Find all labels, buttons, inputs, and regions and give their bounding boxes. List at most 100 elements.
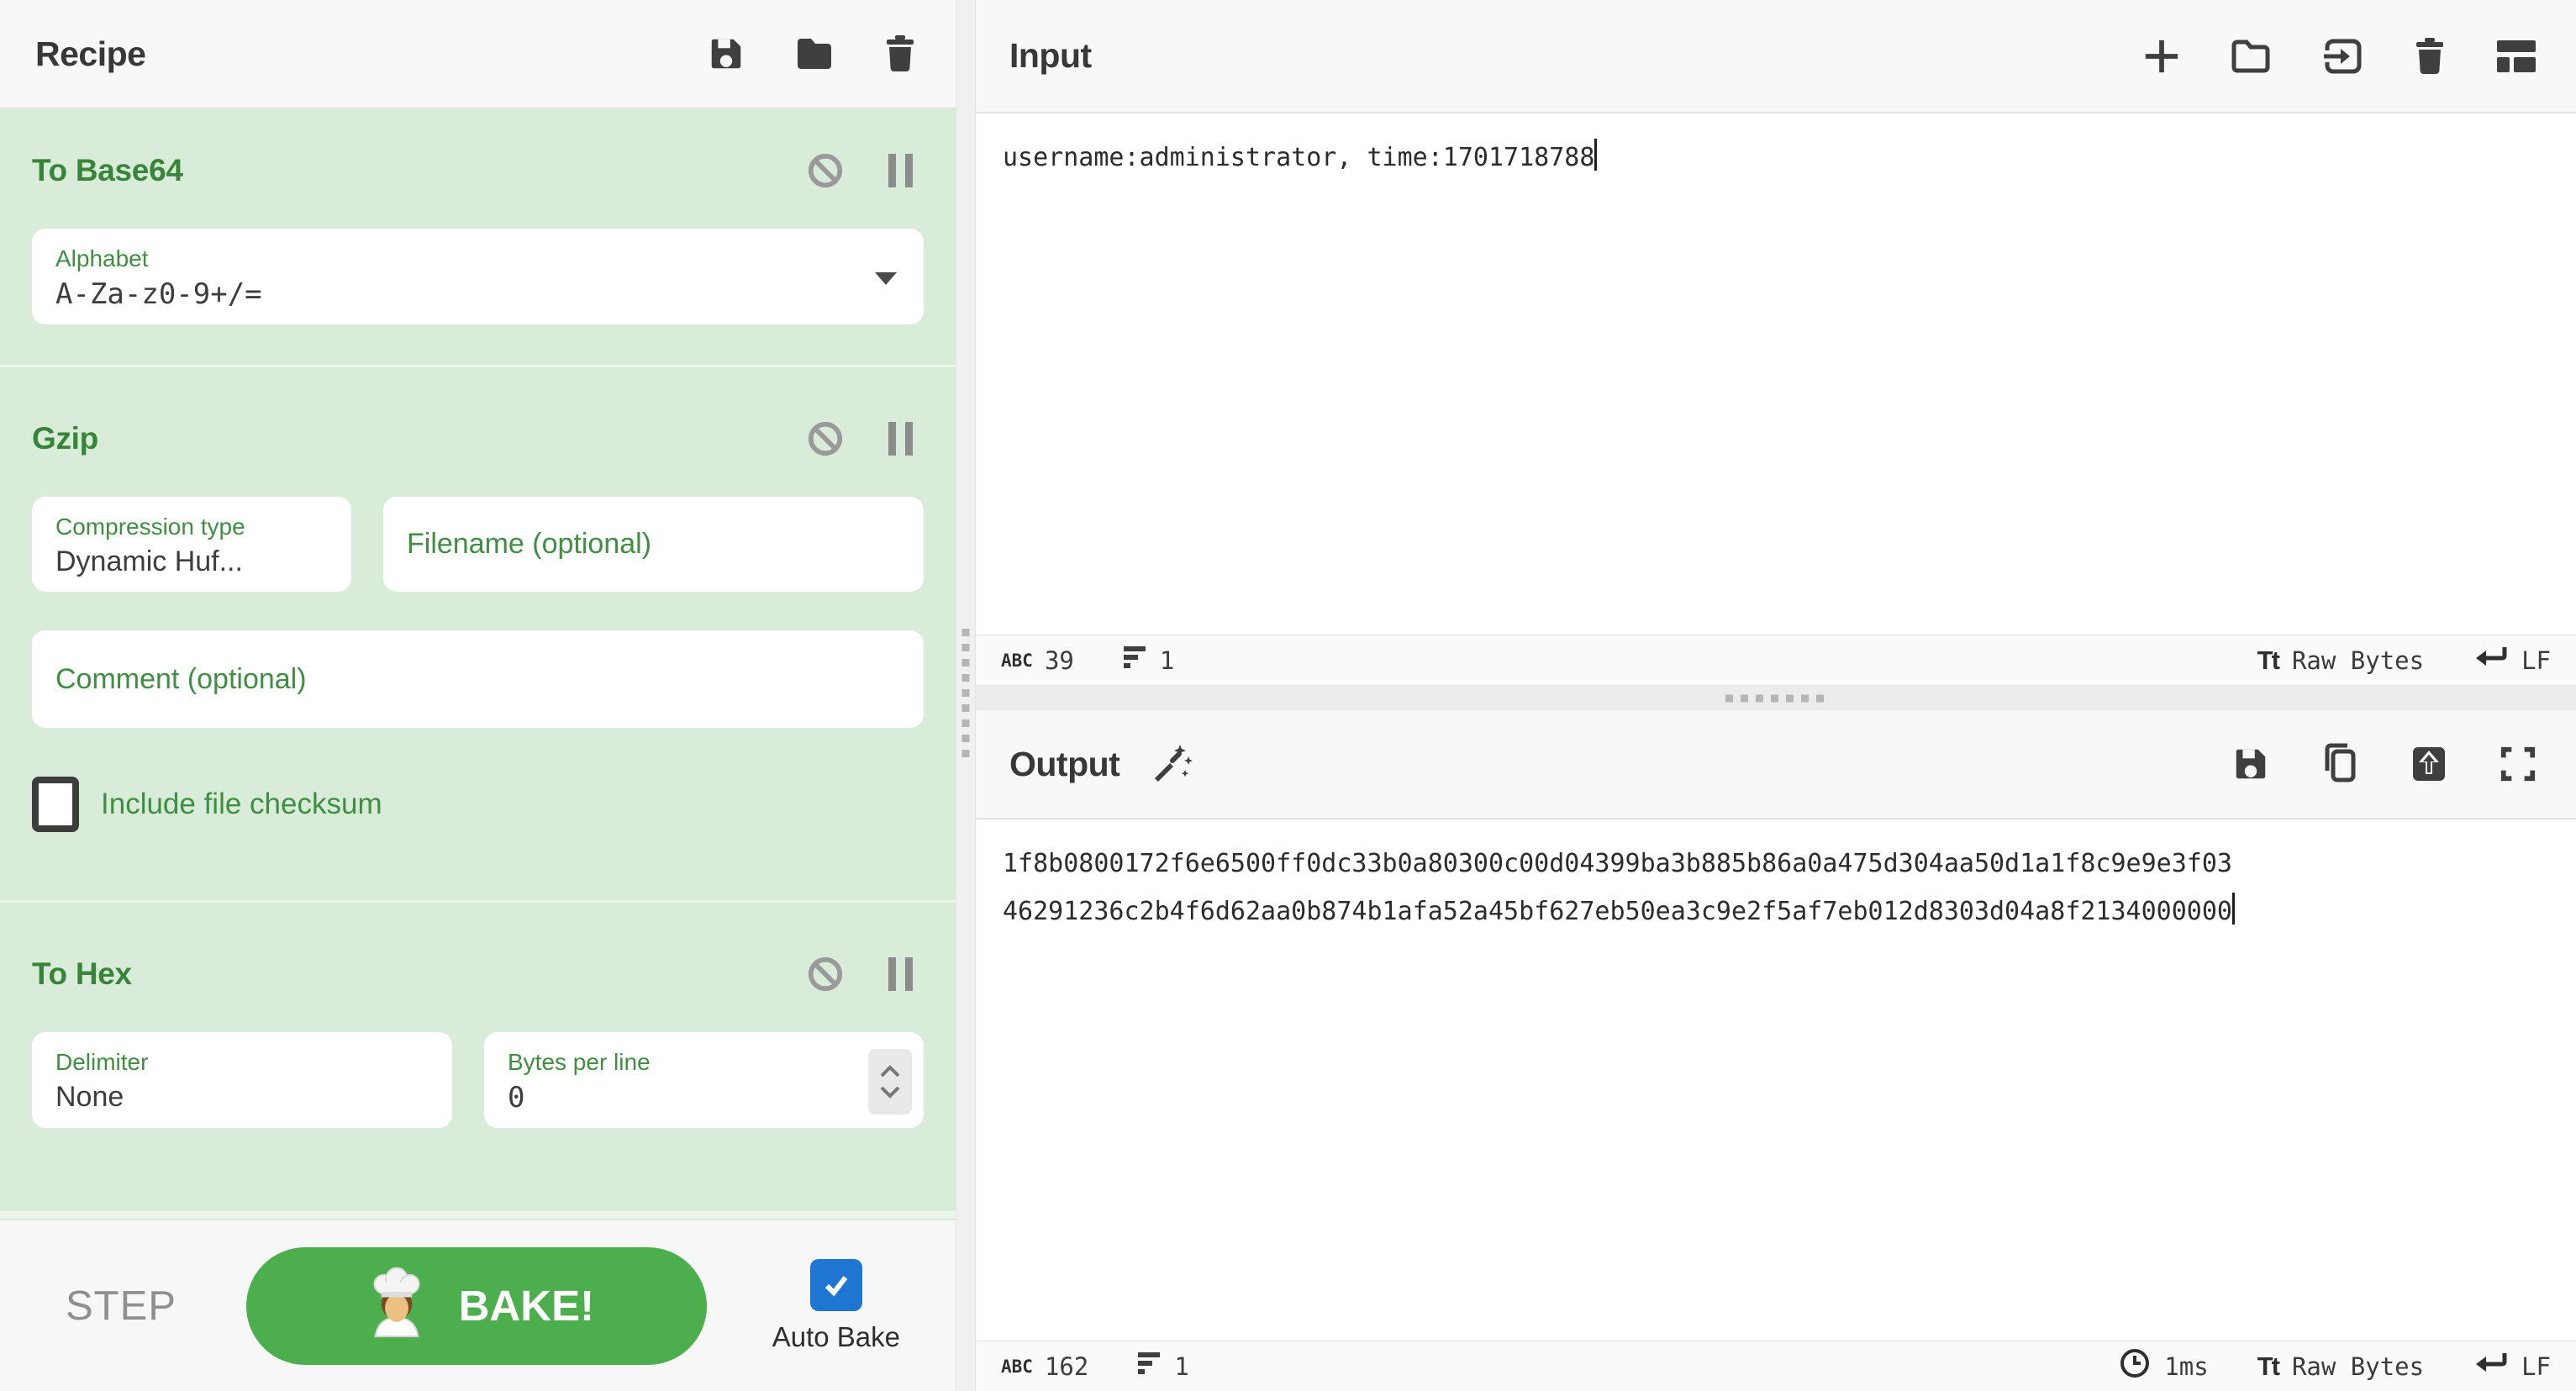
save-output-button[interactable]	[2231, 745, 2270, 783]
delimiter-label: Delimiter	[55, 1049, 149, 1075]
recipe-header: Recipe	[0, 0, 956, 109]
input-char-count: 39	[1044, 645, 1074, 675]
auto-bake-toggle[interactable]: Auto Bake	[772, 1258, 900, 1353]
check-icon	[824, 1275, 848, 1297]
delimiter-select[interactable]: Delimiter None	[32, 1032, 452, 1128]
pane-splitter-vertical[interactable]	[956, 0, 976, 1391]
comment-field[interactable]: Comment (optional)	[32, 630, 924, 728]
output-encoding-selector[interactable]: Raw Bytes	[2292, 1352, 2424, 1381]
input-header: Input	[976, 0, 2576, 113]
output-statusbar: ABC 162 1 1ms Tt Raw Bytes LF	[976, 1341, 2576, 1391]
comment-placeholder: Comment (optional)	[55, 662, 307, 695]
line-ending-icon	[2473, 642, 2508, 678]
disable-icon	[806, 955, 845, 993]
alphabet-select[interactable]: Alphabet A-Za-z0-9+/=	[32, 229, 924, 324]
maximize-output-button[interactable]	[2499, 745, 2537, 783]
input-pane: Input username:administrator, time:17017…	[976, 0, 2576, 685]
operation-drag-handle[interactable]: To Base64	[32, 151, 924, 190]
reset-layout-button[interactable]	[2495, 39, 2537, 74]
disable-operation-button[interactable]	[806, 955, 845, 993]
breakpoint-operation-button[interactable]	[887, 420, 915, 457]
chevron-down-icon	[875, 272, 897, 285]
line-count-icon	[1123, 644, 1148, 677]
layout-grid-icon	[2495, 39, 2537, 74]
magic-button[interactable]	[1148, 741, 1193, 787]
copy-icon	[2319, 742, 2359, 786]
delimiter-value: None	[55, 1081, 124, 1113]
disable-operation-button[interactable]	[806, 151, 845, 190]
pause-icon	[887, 956, 915, 993]
step-button[interactable]: STEP	[61, 1282, 182, 1330]
save-icon	[2231, 745, 2270, 783]
alphabet-value: A-Za-z0-9+/=	[55, 277, 262, 311]
add-input-tab-button[interactable]	[2142, 37, 2181, 76]
output-pane: Output 1f8b0800172f6e6500ff0dc33b0a80300…	[976, 710, 2576, 1391]
disable-operation-button[interactable]	[806, 419, 845, 458]
bake-button[interactable]: BAKE!	[246, 1246, 708, 1365]
input-statusbar: ABC 39 1 Tt Raw Bytes LF	[976, 635, 2576, 685]
input-textarea[interactable]: username:administrator, time:1701718788	[976, 113, 2576, 635]
open-file-as-input-button[interactable]	[2321, 36, 2364, 76]
load-recipe-button[interactable]	[794, 35, 835, 72]
breakpoint-operation-button[interactable]	[887, 956, 915, 993]
auto-bake-label: Auto Bake	[772, 1320, 900, 1352]
text-cursor	[2231, 893, 2235, 925]
folder-icon	[794, 35, 835, 72]
auto-bake-checkbox-checked[interactable]	[809, 1258, 862, 1311]
recipe-title: Recipe	[35, 34, 146, 73]
operation-title: To Hex	[32, 956, 132, 991]
trash-icon	[883, 34, 917, 74]
input-eol-selector[interactable]: LF	[2521, 646, 2551, 675]
text-cursor	[1594, 139, 1598, 171]
operation-drag-handle[interactable]: Gzip	[32, 419, 924, 458]
save-icon	[707, 34, 745, 73]
output-textarea[interactable]: 1f8b0800172f6e6500ff0dc33b0a80300c00d043…	[976, 819, 2576, 1341]
include-file-checksum-label: Include file checksum	[101, 788, 382, 820]
number-stepper[interactable]	[868, 1049, 912, 1114]
cyberchef-app: Recipe To Base64 Alphabet A-Za-z0-9+/= G…	[0, 0, 2576, 1391]
move-output-to-input-button[interactable]	[2408, 744, 2450, 784]
operation-title: To Base64	[32, 153, 183, 187]
compression-type-value: Dynamic Huf...	[55, 545, 243, 577]
output-eol-selector[interactable]: LF	[2521, 1352, 2551, 1381]
output-line: 46291236c2b4f6d62aa0b874b1afa52a45bf627e…	[1003, 897, 2232, 926]
disable-icon	[806, 419, 845, 458]
input-encoding-selector[interactable]: Raw Bytes	[2292, 646, 2424, 675]
line-ending-icon	[2473, 1348, 2508, 1384]
clear-io-button[interactable]	[2413, 36, 2447, 76]
output-bake-time: 1ms	[2164, 1351, 2209, 1381]
clear-recipe-button[interactable]	[883, 34, 917, 74]
compression-type-label: Compression type	[55, 514, 245, 540]
filename-field[interactable]: Filename (optional)	[383, 497, 924, 592]
io-pane: Input username:administrator, time:17017…	[976, 0, 2576, 1391]
recipe-controls: STEP BAKE! Auto Bake	[0, 1219, 956, 1391]
input-text: username:administrator, time:1701718788	[1003, 143, 1595, 172]
operation-drag-handle[interactable]: To Hex	[32, 955, 924, 993]
output-title: Output	[1009, 744, 1120, 783]
operation-to-hex: To Hex Delimiter None Bytes per line 0	[0, 903, 956, 1214]
chef-icon	[360, 1264, 434, 1348]
save-recipe-button[interactable]	[707, 34, 745, 73]
pause-icon	[887, 420, 915, 457]
compression-type-select[interactable]: Compression type Dynamic Huf...	[32, 497, 351, 592]
input-import-icon	[2321, 36, 2364, 76]
include-file-checksum-checkbox[interactable]	[32, 777, 79, 832]
output-line: 1f8b0800172f6e6500ff0dc33b0a80300c00d043…	[1003, 849, 2232, 878]
char-count-icon: ABC	[1001, 1356, 1033, 1377]
alphabet-label: Alphabet	[55, 245, 149, 271]
plus-icon	[2142, 37, 2181, 76]
disable-icon	[806, 151, 845, 190]
character-encoding-icon: Tt	[2257, 1351, 2280, 1381]
chevron-down-icon	[880, 1086, 900, 1099]
copy-output-button[interactable]	[2319, 742, 2359, 786]
operation-gzip: Gzip Compression type Dynamic Huf... Fil…	[0, 367, 956, 903]
recipe-pane: Recipe To Base64 Alphabet A-Za-z0-9+/= G…	[0, 0, 956, 1391]
bytes-per-line-input[interactable]: Bytes per line 0	[484, 1032, 924, 1128]
drag-grip-icon	[1725, 694, 1826, 702]
pane-splitter-horizontal[interactable]	[976, 685, 2576, 710]
bake-label: BAKE!	[458, 1282, 595, 1330]
open-folder-as-input-button[interactable]	[2230, 38, 2272, 75]
output-line-count: 1	[1174, 1351, 1189, 1381]
export-up-icon	[2408, 744, 2450, 784]
breakpoint-operation-button[interactable]	[887, 152, 915, 189]
